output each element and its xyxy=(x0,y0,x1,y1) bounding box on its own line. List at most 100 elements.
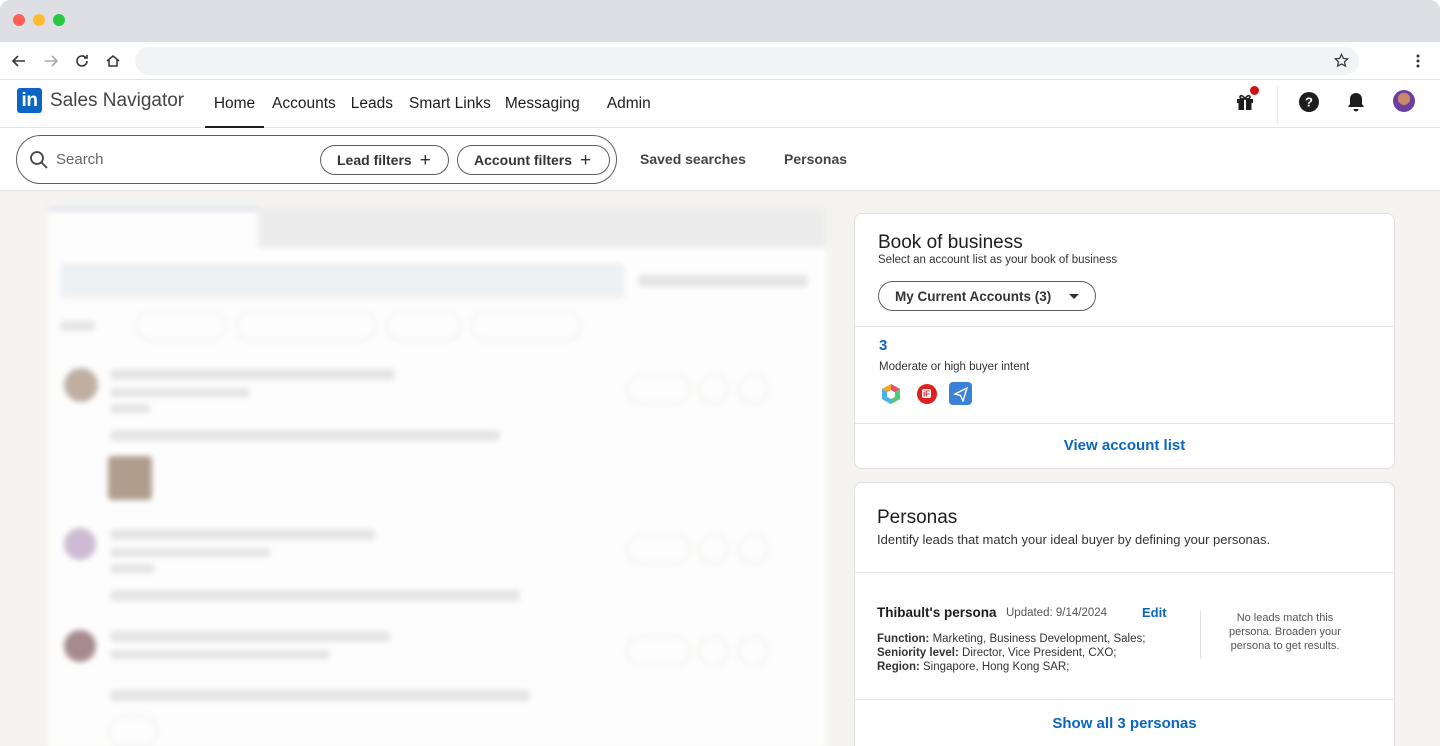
persona-function-value: Marketing, Business Development, Sales; xyxy=(932,633,1146,645)
personas-card: Personas Identify leads that match your … xyxy=(854,482,1395,746)
maximize-window-button[interactable] xyxy=(53,14,65,26)
forward-arrow-icon[interactable] xyxy=(40,50,62,72)
blurred-tabs xyxy=(48,208,826,248)
saved-searches-link[interactable]: Saved searches xyxy=(640,151,746,167)
persona-divider xyxy=(1200,611,1201,659)
divider xyxy=(855,699,1394,700)
persona-seniority: Seniority level: Director, Vice Presiden… xyxy=(877,647,1116,659)
account-list-dropdown[interactable]: My Current Accounts (3) xyxy=(878,281,1096,311)
browser-toolbar xyxy=(0,42,1440,80)
blurred-action-button xyxy=(108,716,158,746)
blurred-search-field xyxy=(60,263,625,299)
nav-admin[interactable]: Admin xyxy=(607,80,651,128)
personas-link[interactable]: Personas xyxy=(784,151,847,167)
home-icon[interactable] xyxy=(102,50,124,72)
search-input[interactable]: Search xyxy=(56,151,104,168)
book-of-business-card: Book of business Select an account list … xyxy=(854,213,1395,469)
book-of-business-title: Book of business xyxy=(878,232,1023,253)
blurred-text-line xyxy=(110,650,330,659)
blurred-thumbnail xyxy=(108,456,152,500)
bookmark-star-icon[interactable] xyxy=(1333,52,1350,73)
blurred-filter-pill xyxy=(471,311,581,341)
personas-title: Personas xyxy=(877,507,958,528)
buyer-intent-label: Moderate or high buyer intent xyxy=(879,361,1030,373)
blurred-action-button xyxy=(626,636,691,666)
persona-function-label: Function: xyxy=(877,633,930,645)
blurred-avatar xyxy=(64,368,98,402)
account-filters-label: Account filters xyxy=(474,152,573,168)
close-window-button[interactable] xyxy=(13,14,25,26)
blurred-avatar xyxy=(64,528,96,560)
blurred-filter-label xyxy=(60,321,95,331)
nav-leads[interactable]: Leads xyxy=(351,80,393,128)
personas-subtitle: Identify leads that match your ideal buy… xyxy=(877,532,1271,547)
nav-messaging[interactable]: Messaging xyxy=(505,80,580,128)
persona-function: Function: Marketing, Business Developmen… xyxy=(877,633,1145,645)
global-search-bar: Search Lead filters + Account filters + xyxy=(16,135,617,184)
company-logo-send-icon[interactable] xyxy=(949,382,972,405)
blurred-feed-panel xyxy=(48,208,826,746)
blurred-text-line xyxy=(110,529,375,540)
blurred-action-button xyxy=(626,534,691,564)
account-filters-button[interactable]: Account filters + xyxy=(457,145,610,175)
gift-notification-badge xyxy=(1248,84,1261,97)
company-logo-red-icon[interactable]: iF xyxy=(915,382,938,405)
browser-titlebar xyxy=(0,0,1440,42)
blurred-text-line xyxy=(110,430,500,441)
app-header: in Sales Navigator Home Accounts Leads S… xyxy=(0,80,1440,128)
blurred-action-button xyxy=(698,534,728,564)
blurred-filter-pill xyxy=(136,311,226,341)
address-bar[interactable] xyxy=(135,47,1359,75)
divider xyxy=(855,326,1394,327)
linkedin-logo-icon[interactable]: in xyxy=(17,88,42,113)
back-arrow-icon[interactable] xyxy=(8,50,30,72)
nav-home[interactable]: Home xyxy=(205,80,264,128)
company-logo-hexagon-icon[interactable] xyxy=(879,382,902,405)
view-account-list-link[interactable]: View account list xyxy=(855,437,1394,454)
lead-filters-button[interactable]: Lead filters + xyxy=(320,145,449,175)
nav-smart-links[interactable]: Smart Links xyxy=(409,80,491,128)
help-icon[interactable]: ? xyxy=(1297,90,1321,114)
header-divider xyxy=(1277,86,1278,124)
blurred-text-line xyxy=(110,388,250,397)
minimize-window-button[interactable] xyxy=(33,14,45,26)
blurred-text-line xyxy=(110,631,390,642)
blurred-action-button xyxy=(698,636,728,666)
account-list-dropdown-value: My Current Accounts (3) xyxy=(895,288,1052,304)
blurred-action-button xyxy=(738,534,768,564)
reload-icon[interactable] xyxy=(71,50,93,72)
blurred-action-button xyxy=(698,374,728,404)
app-brand-name[interactable]: Sales Navigator xyxy=(50,90,184,112)
nav-accounts[interactable]: Accounts xyxy=(272,80,336,128)
blurred-text-line xyxy=(110,369,395,380)
caret-down-icon xyxy=(1069,294,1079,299)
blurred-filter-pill xyxy=(386,311,461,341)
svg-text:?: ? xyxy=(1305,95,1313,110)
blurred-action-button xyxy=(626,374,691,404)
book-of-business-subtitle: Select an account list as your book of b… xyxy=(878,254,1118,266)
persona-name: Thibault's persona xyxy=(877,605,997,620)
browser-menu-icon[interactable] xyxy=(1408,50,1428,72)
notifications-bell-icon[interactable] xyxy=(1344,90,1368,114)
blurred-action-button xyxy=(738,636,768,666)
svg-text:iF: iF xyxy=(922,389,929,398)
user-avatar[interactable] xyxy=(1393,90,1415,112)
blurred-text-line xyxy=(110,404,150,413)
persona-empty-message: No leads match this persona. Broaden you… xyxy=(1229,612,1341,652)
search-icon xyxy=(29,150,49,175)
blurred-action-button xyxy=(738,374,768,404)
edit-persona-button[interactable]: Edit xyxy=(1142,605,1167,620)
blurred-avatar xyxy=(64,630,96,662)
persona-seniority-label: Seniority level: xyxy=(877,647,959,659)
plus-icon: + xyxy=(419,149,431,171)
persona-region: Region: Singapore, Hong Kong SAR; xyxy=(877,661,1069,673)
persona-updated-date: Updated: 9/14/2024 xyxy=(1006,607,1108,619)
show-all-personas-link[interactable]: Show all 3 personas xyxy=(855,715,1394,732)
buyer-intent-count[interactable]: 3 xyxy=(879,337,887,354)
main-nav: Home Accounts Leads Smart Links Messagin… xyxy=(205,80,651,128)
blurred-text-line xyxy=(110,590,520,601)
blurred-text-line xyxy=(110,548,270,557)
blurred-text-line xyxy=(110,690,530,701)
blurred-active-tab xyxy=(48,208,258,248)
persona-region-value: Singapore, Hong Kong SAR; xyxy=(923,661,1070,673)
